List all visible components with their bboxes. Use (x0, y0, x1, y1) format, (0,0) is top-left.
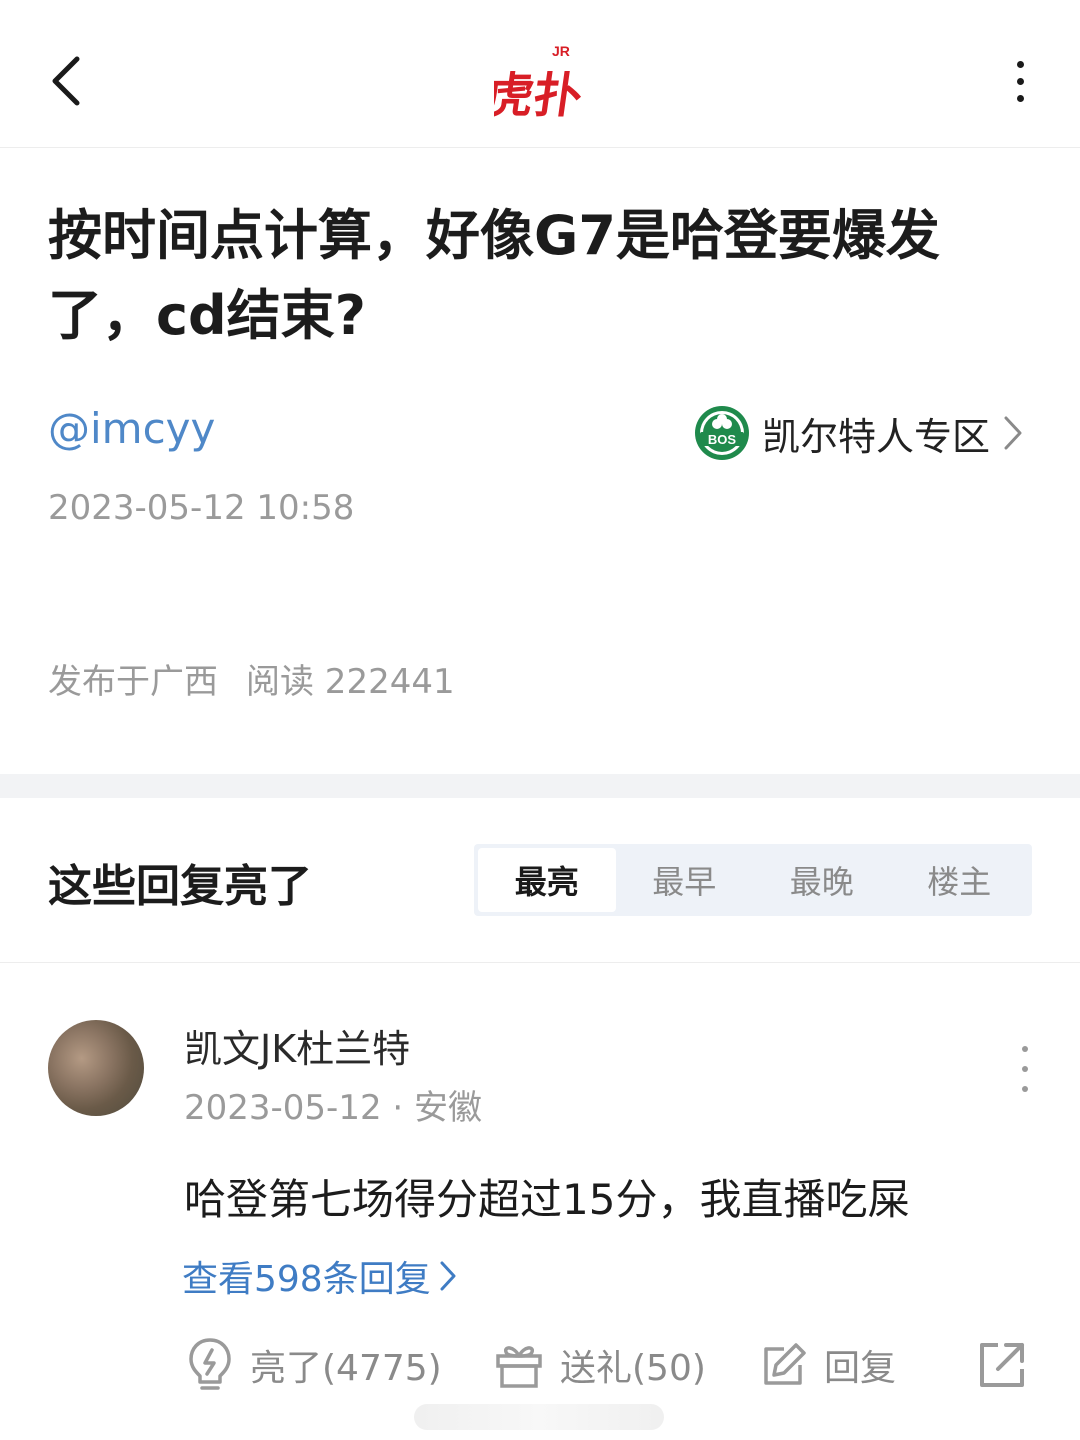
share-button[interactable] (976, 1330, 1028, 1400)
edit-icon (764, 1343, 806, 1385)
post-meta: 发布于广西 阅读 222441 (48, 654, 455, 703)
comment-actions: 亮了(4775) 送礼(50) 回复 (186, 1330, 1036, 1400)
more-vertical-icon (1016, 60, 1024, 68)
more-options-button[interactable] (996, 46, 1044, 116)
comment-more-button[interactable] (1010, 1046, 1040, 1092)
comment-username[interactable]: 凯文JK杜兰特 (184, 1018, 410, 1073)
forum-link[interactable]: BOS 凯尔特人专区 (694, 402, 1024, 464)
celtics-badge-icon: BOS (694, 406, 749, 460)
post-location: 发布于广西 (48, 662, 218, 702)
reply-label: 回复 (824, 1348, 897, 1389)
watermark (414, 1404, 664, 1430)
svg-text:JR: JR (552, 43, 570, 59)
share-icon (980, 1343, 1024, 1387)
tab-earliest[interactable]: 最早 (616, 848, 754, 912)
chevron-left-icon (52, 56, 80, 106)
sort-tabs: 最亮 最早 最晚 楼主 (474, 844, 1032, 916)
view-replies-link[interactable]: 查看598条回复 (182, 1250, 457, 1302)
post-time: 2023-05-12 10:58 (48, 488, 355, 528)
back-button[interactable] (36, 46, 96, 116)
light-up-button[interactable]: 亮了(4775) (186, 1330, 442, 1400)
divider (0, 962, 1080, 963)
comment-meta: 2023-05-12 · 安徽 (184, 1088, 483, 1128)
reply-button[interactable]: 回复 (760, 1330, 896, 1400)
comment-body: 哈登第七场得分超过15分，我直播吃屎 (184, 1175, 910, 1224)
tab-latest[interactable]: 最晚 (753, 848, 891, 912)
tab-brightest[interactable]: 最亮 (478, 848, 616, 912)
avatar[interactable] (48, 1020, 144, 1116)
chevron-right-icon (440, 1261, 456, 1291)
view-replies-label: 查看598条回复 (182, 1259, 431, 1300)
replies-section-title: 这些回复亮了 (48, 861, 312, 912)
section-divider (0, 774, 1080, 798)
light-up-count: 亮了(4775) (250, 1348, 442, 1389)
tab-original-poster[interactable]: 楼主 (891, 848, 1029, 912)
hupu-logo: JR 虎扑 (494, 43, 586, 120)
gift-icon (496, 1346, 542, 1388)
svg-text:虎扑: 虎扑 (494, 68, 586, 120)
gift-button[interactable]: 送礼(50) (494, 1330, 706, 1400)
post-views: 阅读 222441 (246, 662, 455, 702)
gift-count: 送礼(50) (560, 1348, 706, 1389)
forum-name: 凯尔特人专区 (761, 414, 990, 459)
lightbulb-icon (189, 1338, 231, 1390)
svg-text:BOS: BOS (708, 432, 737, 447)
more-vertical-icon (1022, 1046, 1028, 1052)
post-title: 按时间点计算，好像G7是哈登要爆发了，cd结束? (48, 204, 940, 347)
top-bar: JR 虎扑 (0, 0, 1080, 148)
chevron-right-icon (1004, 416, 1022, 450)
post-author[interactable]: @imcyy (48, 404, 215, 453)
